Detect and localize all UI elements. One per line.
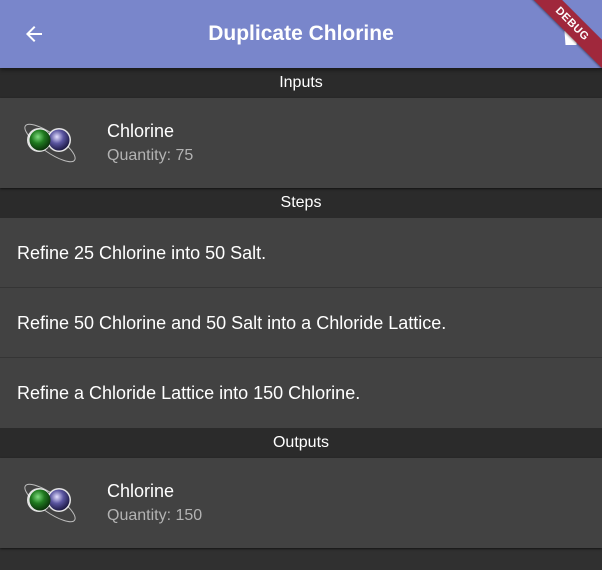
chlorine-molecule-icon xyxy=(24,483,76,523)
page-title: Duplicate Chlorine xyxy=(208,22,394,45)
output-item-text: Chlorine Quantity: 150 xyxy=(107,479,202,527)
outputs-section-header: Outputs xyxy=(0,428,602,458)
step-item[interactable]: Refine 25 Chlorine into 50 Salt. xyxy=(0,218,602,288)
back-button[interactable] xyxy=(14,14,54,54)
inputs-section-header: Inputs xyxy=(0,68,602,98)
output-item-quantity: Quantity: 150 xyxy=(107,507,203,524)
output-item-tile[interactable]: Chlorine Quantity: 150 xyxy=(0,458,602,548)
input-item-tile[interactable]: Chlorine Quantity: 75 xyxy=(0,98,602,188)
app-bar: Duplicate Chlorine xyxy=(0,0,602,68)
step-item[interactable]: Refine a Chloride Lattice into 150 Chlor… xyxy=(0,358,602,428)
chlorine-molecule-icon xyxy=(24,123,76,163)
input-item-text: Chlorine Quantity: 75 xyxy=(107,119,193,167)
delete-button[interactable] xyxy=(562,24,580,46)
input-item-name: Chlorine xyxy=(107,121,175,141)
app-screen: Duplicate Chlorine DEBUG Inputs Chlorine… xyxy=(0,0,602,570)
step-item[interactable]: Refine 50 Chlorine and 50 Salt into a Ch… xyxy=(0,288,602,358)
delete-icon xyxy=(563,25,579,45)
arrow-back-icon xyxy=(26,26,42,42)
steps-section-header: Steps xyxy=(0,188,602,218)
input-item-quantity: Quantity: 75 xyxy=(107,147,194,164)
output-item-name: Chlorine xyxy=(107,481,175,501)
